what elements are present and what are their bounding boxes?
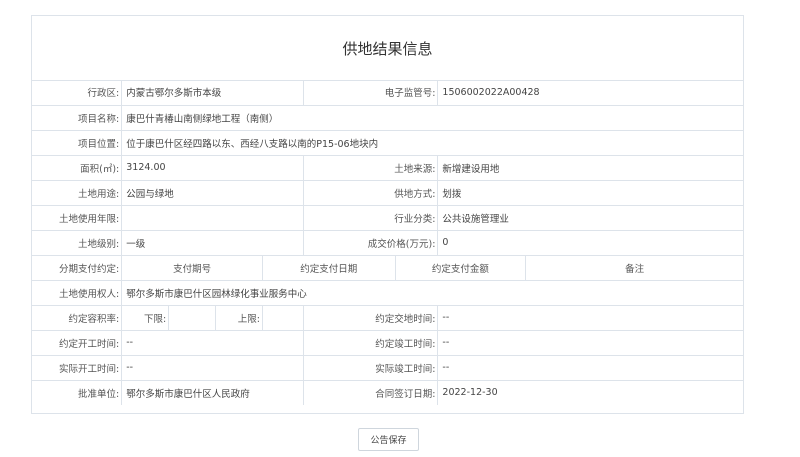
finish-time-value: -- [437,329,743,356]
table-row: 项目位置: 位于康巴什区经四路以东、西经八支路以南的P15-06地块内 [32,129,743,156]
project-location-value: 位于康巴什区经四路以东、西经八支路以南的P15-06地块内 [121,129,743,156]
table-row: 项目名称: 康巴什青椿山南侧绿地工程（南侧） [32,104,743,131]
page-title: 供地结果信息 [32,16,743,81]
project-name-value: 康巴什青椿山南侧绿地工程（南侧） [121,104,743,131]
use-years-value [121,204,304,231]
table-row: 行政区: 内蒙古鄂尔多斯市本级 电子监管号: 1506002022A00428 [32,80,743,106]
table-row: 面积(㎡): 3124.00 土地来源: 新增建设用地 [32,154,743,181]
industry-label: 行业分类: [302,204,439,231]
deal-price-label: 成交价格(万元): [302,229,439,256]
project-name-label: 项目名称: [32,104,123,131]
start-time-label: 约定开工时间: [32,329,123,356]
table-row: 实际开工时间: -- 实际竣工时间: -- [32,354,743,381]
supply-method-value: 划拨 [437,179,743,206]
area-label: 面积(㎡): [32,154,123,181]
actual-finish-value: -- [437,354,743,381]
supply-method-label: 供地方式: [302,179,439,206]
contract-date-label: 合同签订日期: [302,379,439,405]
installment-col-remark: 备注 [525,254,743,281]
actual-start-value: -- [121,354,304,381]
deal-price-value: 0 [437,229,743,256]
land-user-label: 土地使用权人: [32,279,123,306]
admin-region-value: 内蒙古鄂尔多斯市本级 [121,80,304,106]
land-use-value: 公园与绿地 [121,179,304,206]
land-use-label: 土地用途: [32,179,123,206]
land-user-value: 鄂尔多斯市康巴什区园林绿化事业服务中心 [121,279,743,306]
actual-finish-label: 实际竣工时间: [302,354,439,381]
land-grade-label: 土地级别: [32,229,123,256]
plot-ratio-upper-label: 上限: [215,304,263,331]
table-row: 土地用途: 公园与绿地 供地方式: 划拨 [32,179,743,206]
table-row: 约定容积率: 下限: 上限: 约定交地时间: -- [32,304,743,331]
table-row: 批准单位: 鄂尔多斯市康巴什区人民政府 合同签订日期: 2022-12-30 [32,379,743,405]
land-source-label: 土地来源: [302,154,439,181]
save-announcement-button[interactable]: 公告保存 [358,428,419,451]
plot-ratio-lower-value [168,304,217,331]
plot-ratio-label: 约定容积率: [32,304,123,331]
installment-label: 分期支付约定: [32,254,123,281]
handover-time-value: -- [437,304,743,331]
land-source-value: 新增建设用地 [437,154,743,181]
finish-time-label: 约定竣工时间: [302,329,439,356]
installment-col-amount: 约定支付金额 [394,254,527,281]
table-row: 土地使用年限: 行业分类: 公共设施管理业 [32,204,743,231]
project-location-label: 项目位置: [32,129,123,156]
plot-ratio-upper-value [261,304,304,331]
handover-time-label: 约定交地时间: [302,304,439,331]
admin-region-label: 行政区: [32,80,123,106]
supervision-no-value: 1506002022A00428 [437,80,743,106]
installment-col-period: 支付期号 [121,254,263,281]
use-years-label: 土地使用年限: [32,204,123,231]
approval-unit-value: 鄂尔多斯市康巴什区人民政府 [121,379,304,405]
land-info-table: 行政区: 内蒙古鄂尔多斯市本级 电子监管号: 1506002022A00428 … [32,80,743,405]
table-row: 土地使用权人: 鄂尔多斯市康巴什区园林绿化事业服务中心 [32,279,743,306]
plot-ratio-lower-label: 下限: [121,304,170,331]
actual-start-label: 实际开工时间: [32,354,123,381]
result-info-card: 供地结果信息 行政区: 内蒙古鄂尔多斯市本级 电子监管号: 1506002022… [31,15,744,414]
area-value: 3124.00 [121,154,304,181]
contract-date-value: 2022-12-30 [437,379,743,405]
land-grade-value: 一级 [121,229,304,256]
approval-unit-label: 批准单位: [32,379,123,405]
industry-value: 公共设施管理业 [437,204,743,231]
table-row: 约定开工时间: -- 约定竣工时间: -- [32,329,743,356]
supervision-no-label: 电子监管号: [302,80,439,106]
installment-col-date: 约定支付日期 [261,254,396,281]
start-time-value: -- [121,329,304,356]
table-row: 土地级别: 一级 成交价格(万元): 0 [32,229,743,256]
table-row: 分期支付约定: 支付期号 约定支付日期 约定支付金额 备注 [32,254,743,281]
